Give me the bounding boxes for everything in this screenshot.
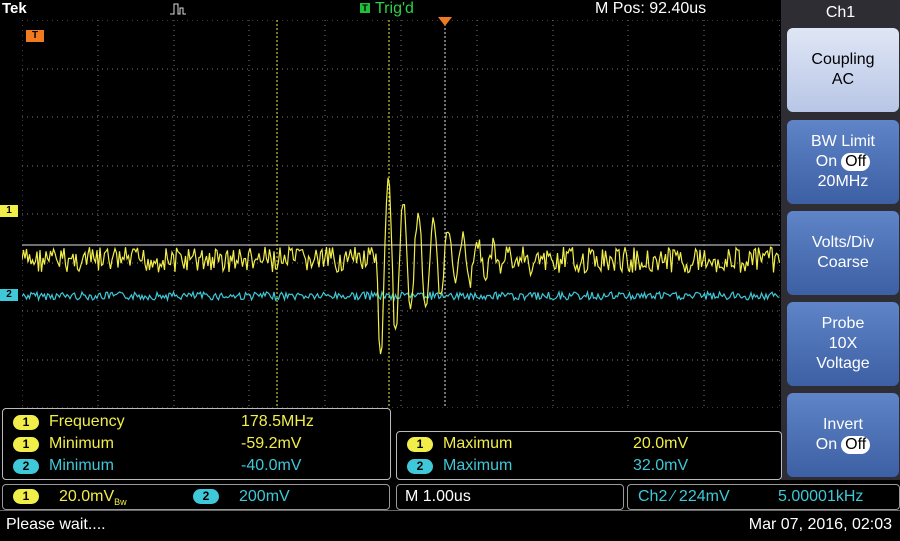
measurements-panel-right: 1 Maximum 20.0mV 2 Maximum 32.0mV — [396, 431, 782, 480]
trigger-readout: Ch2 ⁄ 224mV — [638, 488, 730, 505]
waveform-display[interactable] — [22, 20, 780, 408]
bw-limit-button[interactable]: BW Limit On Off 20MHz — [787, 120, 899, 204]
bw-limit-on: On — [815, 153, 838, 170]
trigger-point-marker[interactable]: T — [26, 30, 44, 42]
brand-logo: Tek — [2, 0, 27, 17]
bw-limit-value: 20MHz — [817, 173, 869, 190]
trigger-bar[interactable]: Ch2 ⁄ 224mV 5.00001kHz — [627, 484, 900, 510]
invert-label: Invert — [822, 416, 863, 433]
ch1-badge: 1 — [13, 489, 39, 504]
measurement-row: 2 Maximum 32.0mV — [397, 456, 781, 476]
coupling-value: AC — [831, 71, 855, 88]
volts-div-value: Coarse — [817, 254, 869, 271]
measurement-name: Maximum — [443, 457, 513, 474]
probe-type: Voltage — [816, 355, 870, 372]
trigger-status-icon: T — [360, 3, 370, 13]
acquisition-pulse-icon — [170, 3, 186, 15]
coupling-label: Coupling — [811, 51, 875, 68]
measurement-value: 178.5MHz — [241, 413, 314, 430]
invert-button[interactable]: Invert On Off — [787, 393, 899, 477]
measurement-value: -59.2mV — [241, 435, 302, 452]
channel-badge: 1 — [13, 415, 39, 430]
trigger-position-marker[interactable] — [438, 17, 452, 27]
measurement-value: 20.0mV — [633, 435, 689, 452]
side-menu: Ch1 Coupling AC BW Limit On Off 20MHz Vol… — [781, 0, 900, 480]
measurement-row: 2 Minimum -40.0mV — [3, 456, 390, 476]
measurement-name: Minimum — [49, 457, 114, 474]
timebase-readout: M 1.00us — [405, 488, 471, 505]
ch1-waveform — [22, 177, 780, 355]
trigger-frequency: 5.00001kHz — [778, 488, 864, 505]
ch2-badge: 2 — [193, 489, 219, 504]
invert-on: On — [815, 436, 838, 453]
channel-badge: 1 — [13, 437, 39, 452]
volts-div-button[interactable]: Volts/Div Coarse — [787, 211, 899, 295]
ch2-waveform — [22, 289, 780, 303]
timebase-bar[interactable]: M 1.00us — [396, 484, 624, 510]
measurement-name: Maximum — [443, 435, 513, 452]
bw-limit-label: BW Limit — [811, 133, 875, 150]
probe-button[interactable]: Probe 10X Voltage — [787, 302, 899, 386]
horizontal-position-readout: M Pos: 92.40us — [595, 0, 707, 17]
measurement-row: 1 Maximum 20.0mV — [397, 434, 781, 454]
bw-limit-off: Off — [841, 153, 871, 171]
status-datetime: Mar 07, 2016, 02:03 — [748, 516, 892, 533]
probe-label: Probe — [821, 315, 865, 332]
measurement-row: 1 Minimum -59.2mV — [3, 434, 390, 454]
measurement-value: -40.0mV — [241, 457, 302, 474]
measurement-name: Frequency — [49, 413, 125, 430]
vertical-scale-bar[interactable]: 1 20.0mVBw 2 200mV — [2, 484, 390, 510]
status-line: Please wait.... Mar 07, 2016, 02:03 — [0, 510, 900, 541]
measurement-row: 1 Frequency 178.5MHz — [3, 412, 390, 432]
trigger-status: Trig'd — [375, 0, 414, 17]
side-menu-title: Ch1 — [825, 4, 856, 21]
ch1-ground-marker[interactable]: 1 — [0, 205, 18, 217]
measurements-panel-left: 1 Frequency 178.5MHz 1 Minimum -59.2mV 2… — [2, 408, 391, 480]
channel-badge: 2 — [407, 459, 433, 474]
measurement-name: Minimum — [49, 435, 114, 452]
coupling-button[interactable]: Coupling AC — [787, 28, 899, 112]
measurement-value: 32.0mV — [633, 457, 689, 474]
channel-badge: 2 — [13, 459, 39, 474]
volts-div-label: Volts/Div — [811, 234, 875, 251]
channel-badge: 1 — [407, 437, 433, 452]
probe-attenuation: 10X — [828, 335, 858, 352]
ch2-scale: 200mV — [239, 488, 290, 505]
status-message: Please wait.... — [6, 516, 106, 533]
invert-off: Off — [841, 436, 871, 454]
ch2-ground-marker[interactable]: 2 — [0, 289, 18, 301]
